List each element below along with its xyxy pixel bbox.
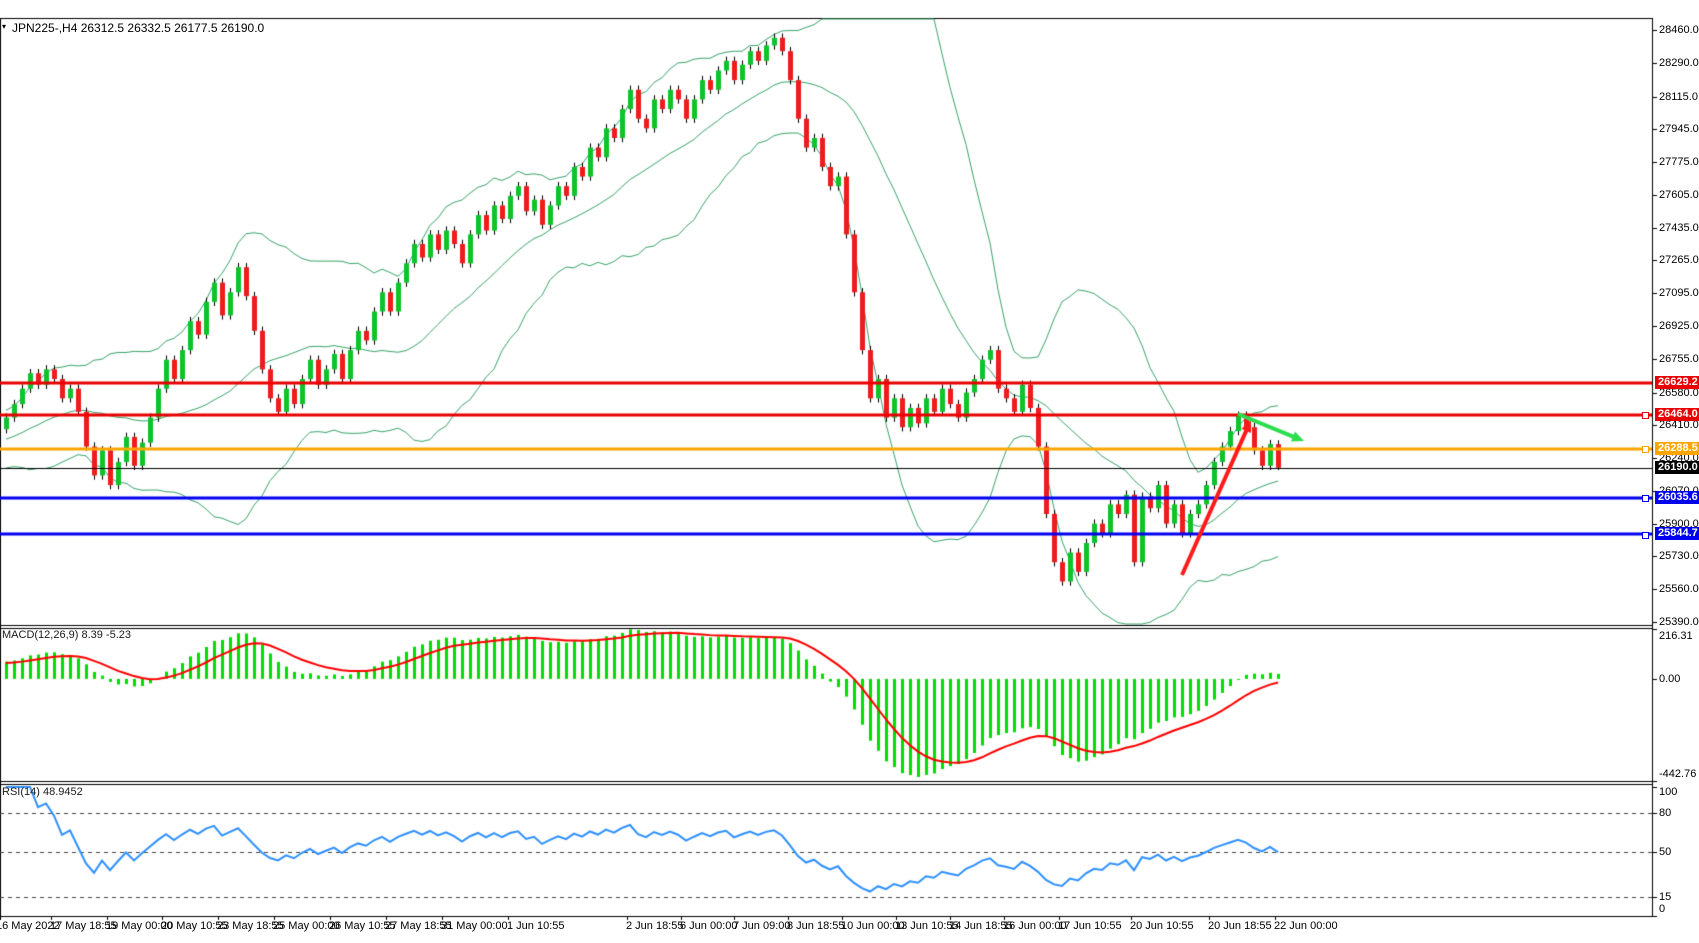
- time-axis-label: 22 Jun 00:00: [1274, 920, 1338, 932]
- price-tick-label: 28115.0: [1659, 91, 1698, 103]
- price-line-tag: 26288.5: [1655, 442, 1699, 455]
- time-axis-label: 2 Jun 18:55: [626, 920, 684, 932]
- price-tick-label: 25560.0: [1659, 583, 1699, 595]
- price-tick-label: 27435.0: [1659, 222, 1699, 234]
- rsi-tick-label: 80: [1659, 807, 1671, 819]
- price-tick-label: 27605.0: [1659, 189, 1699, 201]
- price-line-tag: 26629.2: [1655, 376, 1699, 389]
- price-tick-label: 27265.0: [1659, 254, 1699, 266]
- price-tick-label: 28290.0: [1659, 57, 1699, 69]
- price-tick-label: 25390.0: [1659, 616, 1699, 628]
- line-handle[interactable]: [1642, 412, 1649, 419]
- time-axis-label: 7 Jun 09:00: [733, 920, 791, 932]
- time-axis-label: 20 Jun 10:55: [1130, 920, 1194, 932]
- macd-tick-label: 0.00: [1659, 673, 1680, 685]
- mt4-window: 新订单自动交易▾▾▾EFAT▾M1M5M15M30H1H4D1W1MN 1 ▾ …: [0, 0, 1699, 943]
- chart-title: JPN225-,H4 26312.5 26332.5 26177.5 26190…: [12, 21, 264, 35]
- price-tick-label: 25730.0: [1659, 550, 1699, 562]
- price-tick-label: 28460.0: [1659, 24, 1699, 36]
- line-handle[interactable]: [1642, 532, 1649, 539]
- rsi-tick-label: 15: [1659, 891, 1671, 903]
- line-handle[interactable]: [1642, 446, 1649, 453]
- price-tick-label: 27095.0: [1659, 287, 1699, 299]
- time-axis-label: 17 Jun 10:55: [1058, 920, 1122, 932]
- rsi-tick-label: 100: [1659, 786, 1677, 798]
- price-tick-label: 27945.0: [1659, 123, 1699, 135]
- macd-tick-label: -442.76: [1659, 768, 1696, 780]
- time-axis-label: 31 May 00:00: [441, 920, 508, 932]
- time-axis-label: 6 Jun 00:00: [680, 920, 738, 932]
- rsi-tick-label: 0: [1659, 903, 1665, 915]
- time-axis-label: 20 Jun 18:55: [1208, 920, 1272, 932]
- price-line-tag: 25844.7: [1655, 527, 1699, 540]
- macd-indicator-label: MACD(12,26,9) 8.39 -5.23: [2, 629, 131, 641]
- rsi-indicator-label: RSI(14) 48.9452: [2, 786, 83, 798]
- price-line-tag: 26190.0: [1655, 461, 1699, 474]
- chart-canvas[interactable]: [0, 0, 1699, 943]
- price-tick-label: 27775.0: [1659, 156, 1699, 168]
- price-line-tag: 26035.6: [1655, 491, 1699, 504]
- price-line-tag: 26464.0: [1655, 408, 1699, 421]
- one-click-marker-icon[interactable]: ▾: [2, 22, 6, 31]
- price-tick-label: 26925.0: [1659, 320, 1699, 332]
- price-tick-label: 26410.0: [1659, 419, 1699, 431]
- macd-tick-label: 216.31: [1659, 630, 1693, 642]
- rsi-tick-label: 50: [1659, 846, 1671, 858]
- time-axis-label: 8 Jun 18:55: [787, 920, 845, 932]
- time-axis-label: 1 Jun 10:55: [507, 920, 565, 932]
- price-tick-label: 26755.0: [1659, 353, 1699, 365]
- line-handle[interactable]: [1642, 495, 1649, 502]
